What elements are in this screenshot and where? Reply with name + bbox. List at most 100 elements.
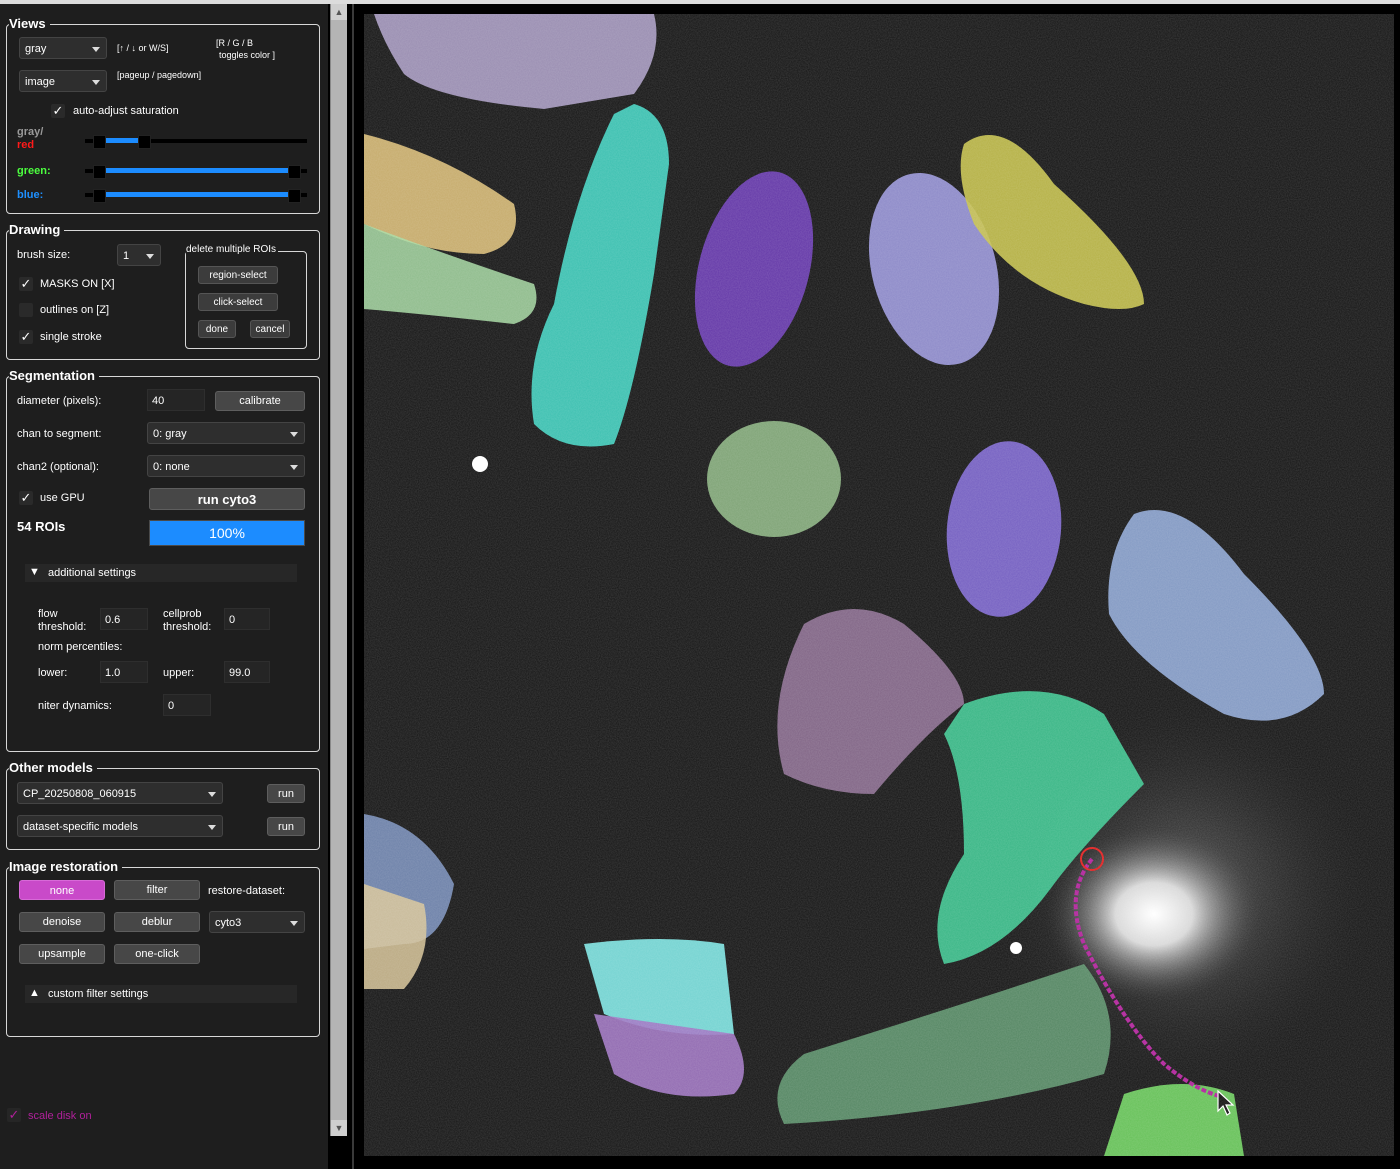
chan2-dropdown[interactable]: 0: none <box>147 455 305 477</box>
chan-label: chan to segment: <box>17 428 102 440</box>
green-label: green: <box>17 165 51 177</box>
chevron-down-icon <box>208 825 216 830</box>
roi-count: 54 ROIs <box>17 519 66 534</box>
additional-settings-toggle[interactable]: ▼ additional settings <box>25 564 297 582</box>
outlines-checkbox[interactable] <box>19 303 33 317</box>
view-mode-value: image <box>25 76 55 88</box>
done-button[interactable]: done <box>198 320 236 338</box>
views-title: Views <box>9 16 50 31</box>
chan2-value: 0: none <box>153 461 190 473</box>
chevron-down-icon <box>208 792 216 797</box>
flow-threshold-label-2: threshold: <box>38 621 87 633</box>
custom-filter-toggle[interactable]: ▲ custom filter settings <box>25 985 297 1003</box>
scroll-down-icon[interactable]: ▼ <box>331 1120 347 1136</box>
color-mode-dropdown[interactable]: gray <box>19 37 107 59</box>
triangle-down-icon: ▼ <box>29 566 40 578</box>
blue-level-slider[interactable] <box>85 189 307 203</box>
diameter-label: diameter (pixels): <box>17 395 102 407</box>
restore-none-button[interactable]: none <box>19 880 105 900</box>
rgb-hint-line2: toggles color ] <box>219 50 276 60</box>
custom-filter-label: custom filter settings <box>48 988 149 1000</box>
masks-checkbox[interactable]: ✓ <box>19 277 33 291</box>
view-mode-dropdown[interactable]: image <box>19 70 107 92</box>
chan-value: 0: gray <box>153 428 187 440</box>
run-model-button[interactable]: run cyto3 <box>149 488 305 510</box>
segmentation-group: Segmentation diameter (pixels): 40 calib… <box>6 368 320 752</box>
slider-handle-high[interactable] <box>137 135 151 149</box>
auto-adjust-checkbox[interactable]: ✓ <box>51 104 65 118</box>
run-dataset-model-button[interactable]: run <box>267 817 305 836</box>
other-models-title: Other models <box>9 760 97 775</box>
view-divider <box>352 4 354 1169</box>
norm-percentiles-label: norm percentiles: <box>38 641 123 653</box>
scroll-up-icon[interactable]: ▲ <box>331 4 347 20</box>
flow-threshold-input[interactable]: 0.6 <box>100 608 148 630</box>
upper-input[interactable]: 99.0 <box>224 661 270 683</box>
upper-label: upper: <box>163 667 195 679</box>
calibrate-button[interactable]: calibrate <box>215 391 305 411</box>
dataset-model-dropdown[interactable]: dataset-specific models <box>17 815 223 837</box>
blue-label: blue: <box>17 189 44 201</box>
gray-level-slider[interactable] <box>85 135 307 149</box>
lower-input[interactable]: 1.0 <box>100 661 148 683</box>
custom-model-dropdown[interactable]: CP_20250808_060915 <box>17 782 223 804</box>
click-select-button[interactable]: click-select <box>198 293 278 311</box>
brush-size-dropdown[interactable]: 1 <box>117 244 161 266</box>
rgb-hint-line1: [R / G / B <box>216 38 254 48</box>
scale-disk-checkbox[interactable]: ✓ <box>7 1108 21 1122</box>
delete-rois-title: delete multiple ROIs <box>186 244 279 255</box>
slider-handle-high[interactable] <box>287 189 301 203</box>
slider-handle-low[interactable] <box>93 189 107 203</box>
chevron-down-icon <box>146 254 154 259</box>
brush-size-value: 1 <box>123 250 130 262</box>
drawing-group: Drawing brush size: 1 ✓ MASKS ON [X] out… <box>6 222 320 360</box>
color-mode-value: gray <box>25 43 47 55</box>
use-gpu-checkbox[interactable]: ✓ <box>19 491 33 505</box>
chevron-down-icon <box>290 432 298 437</box>
image-viewport[interactable] <box>364 14 1394 1156</box>
image-restoration-group: Image restoration none filter restore-da… <box>6 859 320 1037</box>
single-stroke-label: single stroke <box>40 331 102 343</box>
outlines-label: outlines on [Z] <box>40 304 110 316</box>
slider-handle-low[interactable] <box>93 165 107 179</box>
delete-rois-group: delete multiple ROIs region-select click… <box>185 244 307 349</box>
upsample-button[interactable]: upsample <box>19 944 105 964</box>
chevron-down-icon <box>290 465 298 470</box>
lower-label: lower: <box>38 667 68 679</box>
slider-handle-low[interactable] <box>93 135 107 149</box>
deblur-button[interactable]: deblur <box>114 912 200 932</box>
restore-dataset-value: cyto3 <box>215 917 242 929</box>
drawing-title: Drawing <box>9 222 65 237</box>
triangle-up-icon: ▲ <box>29 987 40 999</box>
cell-image-canvas[interactable] <box>364 14 1394 1156</box>
diameter-input[interactable]: 40 <box>147 389 205 411</box>
green-level-slider[interactable] <box>85 165 307 179</box>
views-group: Views gray [↑ / ↓ or W/S] [R / G / B tog… <box>6 16 320 214</box>
single-stroke-checkbox[interactable]: ✓ <box>19 330 33 344</box>
chan-dropdown[interactable]: 0: gray <box>147 422 305 444</box>
run-custom-model-button[interactable]: run <box>267 784 305 803</box>
panel-scrollbar[interactable]: ▲ ▼ <box>330 4 347 1136</box>
denoise-button[interactable]: denoise <box>19 912 105 932</box>
cellprob-threshold-label-2: threshold: <box>163 621 212 633</box>
page-hint: [pageup / pagedown] <box>117 70 202 80</box>
brush-size-label: brush size: <box>17 249 71 261</box>
cancel-button[interactable]: cancel <box>250 320 290 338</box>
image-noise <box>364 14 1394 1156</box>
slider-handle-high[interactable] <box>287 165 301 179</box>
custom-model-value: CP_20250808_060915 <box>23 788 137 800</box>
filter-button[interactable]: filter <box>114 880 200 900</box>
one-click-button[interactable]: one-click <box>114 944 200 964</box>
progress-text: 100% <box>209 525 245 541</box>
dataset-model-value: dataset-specific models <box>23 821 138 833</box>
restore-dataset-dropdown[interactable]: cyto3 <box>209 911 305 933</box>
auto-adjust-label: auto-adjust saturation <box>73 105 179 117</box>
region-select-button[interactable]: region-select <box>198 266 278 284</box>
niter-label: niter dynamics: <box>38 700 112 712</box>
restore-dataset-label: restore-dataset: <box>208 885 286 897</box>
niter-input[interactable]: 0 <box>163 694 211 716</box>
left-control-panel: Views gray [↑ / ↓ or W/S] [R / G / B tog… <box>0 4 328 1169</box>
chevron-down-icon <box>92 80 100 85</box>
chevron-down-icon <box>290 921 298 926</box>
cellprob-threshold-input[interactable]: 0 <box>224 608 270 630</box>
